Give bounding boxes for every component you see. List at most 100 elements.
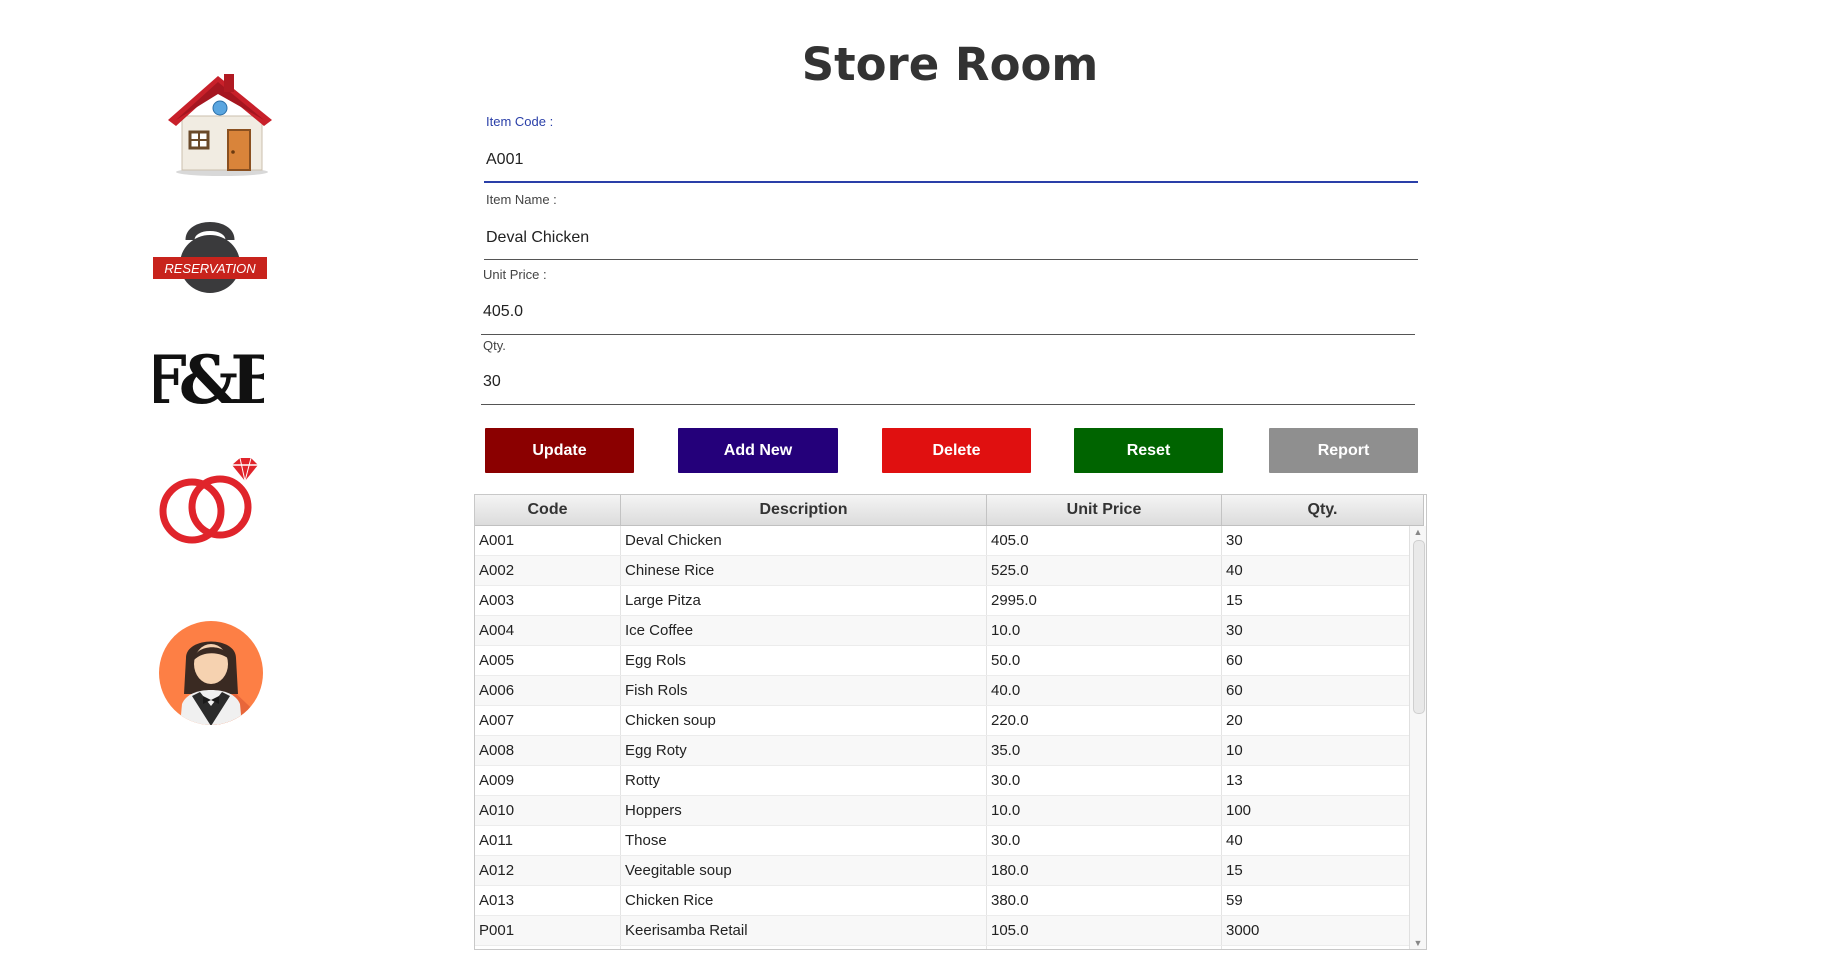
description-cell: Egg Roty xyxy=(621,736,987,765)
qty-cell: 200 xyxy=(1222,946,1410,949)
unit-price-cell: 2995.0 xyxy=(987,586,1222,615)
code-cell: A010 xyxy=(475,796,621,825)
qty-cell: 60 xyxy=(1222,676,1410,705)
unit-price-cell: 35.0 xyxy=(987,736,1222,765)
table-row[interactable]: A009 Rotty 30.0 13 xyxy=(475,766,1410,796)
item-name-input[interactable] xyxy=(486,226,1416,250)
waitress-avatar-icon xyxy=(159,621,263,725)
column-header-qty[interactable]: Qty. xyxy=(1222,495,1424,525)
description-cell: Deval Chicken xyxy=(621,526,987,555)
table-row[interactable]: A013 Chicken Rice 380.0 59 xyxy=(475,886,1410,916)
items-table[interactable]: Code Description Unit Price Qty. A001 Dev… xyxy=(474,494,1427,950)
qty-cell: 30 xyxy=(1222,616,1410,645)
qty-underline xyxy=(481,404,1415,405)
report-button[interactable]: Report xyxy=(1269,428,1418,473)
code-cell: P001 xyxy=(475,916,621,945)
item-code-input[interactable] xyxy=(486,148,1416,172)
table-row[interactable]: A007 Chicken soup 220.0 20 xyxy=(475,706,1410,736)
description-cell: Large Pitza xyxy=(621,586,987,615)
table-row[interactable]: P002Keerisamba 5Kg525.0200 xyxy=(475,946,1410,949)
table-row[interactable]: A001 Deval Chicken 405.0 30 xyxy=(475,526,1410,556)
qty-cell: 13 xyxy=(1222,766,1410,795)
qty-cell: 15 xyxy=(1222,586,1410,615)
qty-cell: 59 xyxy=(1222,886,1410,915)
code-cell: A001 xyxy=(475,526,621,555)
qty-cell: 40 xyxy=(1222,556,1410,585)
code-cell: A002 xyxy=(475,556,621,585)
sidebar-item-food-beverage[interactable]: F&B xyxy=(140,341,291,419)
description-cell: Chicken soup xyxy=(621,706,987,735)
scroll-up-icon[interactable]: ▲ xyxy=(1410,526,1426,538)
qty-cell: 60 xyxy=(1222,646,1410,675)
description-cell: Ice Coffee xyxy=(621,616,987,645)
table-row[interactable]: A011 Those 30.0 40 xyxy=(475,826,1410,856)
description-cell: Veegitable soup xyxy=(621,856,987,885)
table-header: Code Description Unit Price Qty. xyxy=(475,495,1424,526)
unit-price-underline xyxy=(481,334,1415,335)
unit-price-cell: 30.0 xyxy=(987,826,1222,855)
item-name-label: Item Name : xyxy=(486,192,557,207)
column-header-code[interactable]: Code xyxy=(475,495,621,525)
unit-price-cell: 10.0 xyxy=(987,796,1222,825)
code-cell: A011 xyxy=(475,826,621,855)
table-scrollbar[interactable]: ▲ ▼ xyxy=(1409,526,1426,949)
code-cell: A008 xyxy=(475,736,621,765)
unit-price-input[interactable] xyxy=(483,300,1413,324)
svg-text:F&B: F&B xyxy=(154,343,264,413)
code-cell: A013 xyxy=(475,886,621,915)
table-row[interactable]: A005 Egg Rols 50.0 60 xyxy=(475,646,1410,676)
table-row[interactable]: P001 Keerisamba Retail 105.0 3000 xyxy=(475,916,1410,946)
code-cell: P002 xyxy=(475,946,621,949)
table-row[interactable]: A008 Egg Roty 35.0 10 xyxy=(475,736,1410,766)
update-button[interactable]: Update xyxy=(485,428,634,473)
code-cell: A009 xyxy=(475,766,621,795)
unit-price-cell: 525.0 xyxy=(987,556,1222,585)
scroll-down-icon[interactable]: ▼ xyxy=(1410,937,1426,949)
code-cell: A005 xyxy=(475,646,621,675)
reset-button[interactable]: Reset xyxy=(1074,428,1223,473)
qty-cell: 10 xyxy=(1222,736,1410,765)
sidebar-item-reservation[interactable]: RESERVATION xyxy=(150,218,270,298)
kettlebell-reservation-icon: RESERVATION xyxy=(153,222,267,293)
unit-price-cell: 180.0 xyxy=(987,856,1222,885)
qty-input[interactable] xyxy=(483,370,1413,394)
table-row[interactable]: A002 Chinese Rice 525.0 40 xyxy=(475,556,1410,586)
description-cell: Keerisamba Retail xyxy=(621,916,987,945)
qty-cell: 20 xyxy=(1222,706,1410,735)
home-icon xyxy=(168,74,272,176)
qty-label: Qty. xyxy=(483,338,506,353)
table-row[interactable]: A003 Large Pitza 2995.0 15 xyxy=(475,586,1410,616)
sidebar-item-staff[interactable] xyxy=(158,620,264,726)
table-row[interactable]: A012 Veegitable soup 180.0 15 xyxy=(475,856,1410,886)
sidebar-item-home[interactable] xyxy=(160,68,280,178)
code-cell: A003 xyxy=(475,586,621,615)
description-cell: Egg Rols xyxy=(621,646,987,675)
fb-logo-icon: F&B xyxy=(140,341,291,419)
table-row[interactable]: A010 Hoppers 10.0 100 xyxy=(475,796,1410,826)
table-row[interactable]: A006 Fish Rols 40.0 60 xyxy=(475,676,1410,706)
table-row[interactable]: A004 Ice Coffee 10.0 30 xyxy=(475,616,1410,646)
description-cell: Those xyxy=(621,826,987,855)
unit-price-label: Unit Price : xyxy=(483,267,547,282)
column-header-unit-price[interactable]: Unit Price xyxy=(987,495,1222,525)
code-cell: A004 xyxy=(475,616,621,645)
description-cell: Chinese Rice xyxy=(621,556,987,585)
svg-text:RESERVATION: RESERVATION xyxy=(164,261,256,276)
unit-price-cell: 525.0 xyxy=(987,946,1222,949)
wedding-rings-icon xyxy=(159,457,258,544)
description-cell: Chicken Rice xyxy=(621,886,987,915)
code-cell: A007 xyxy=(475,706,621,735)
unit-price-cell: 40.0 xyxy=(987,676,1222,705)
unit-price-cell: 10.0 xyxy=(987,616,1222,645)
column-header-description[interactable]: Description xyxy=(621,495,987,525)
add-new-button[interactable]: Add New xyxy=(678,428,838,473)
delete-button[interactable]: Delete xyxy=(882,428,1031,473)
sidebar-item-wedding[interactable] xyxy=(154,455,264,555)
qty-cell: 30 xyxy=(1222,526,1410,555)
scrollbar-thumb[interactable] xyxy=(1413,540,1425,714)
qty-cell: 3000 xyxy=(1222,916,1410,945)
table-body: A001 Deval Chicken 405.0 30 A002 Chinese Rice… xyxy=(475,526,1410,949)
item-code-label: Item Code : xyxy=(486,114,554,129)
code-cell: A006 xyxy=(475,676,621,705)
unit-price-cell: 380.0 xyxy=(987,886,1222,915)
